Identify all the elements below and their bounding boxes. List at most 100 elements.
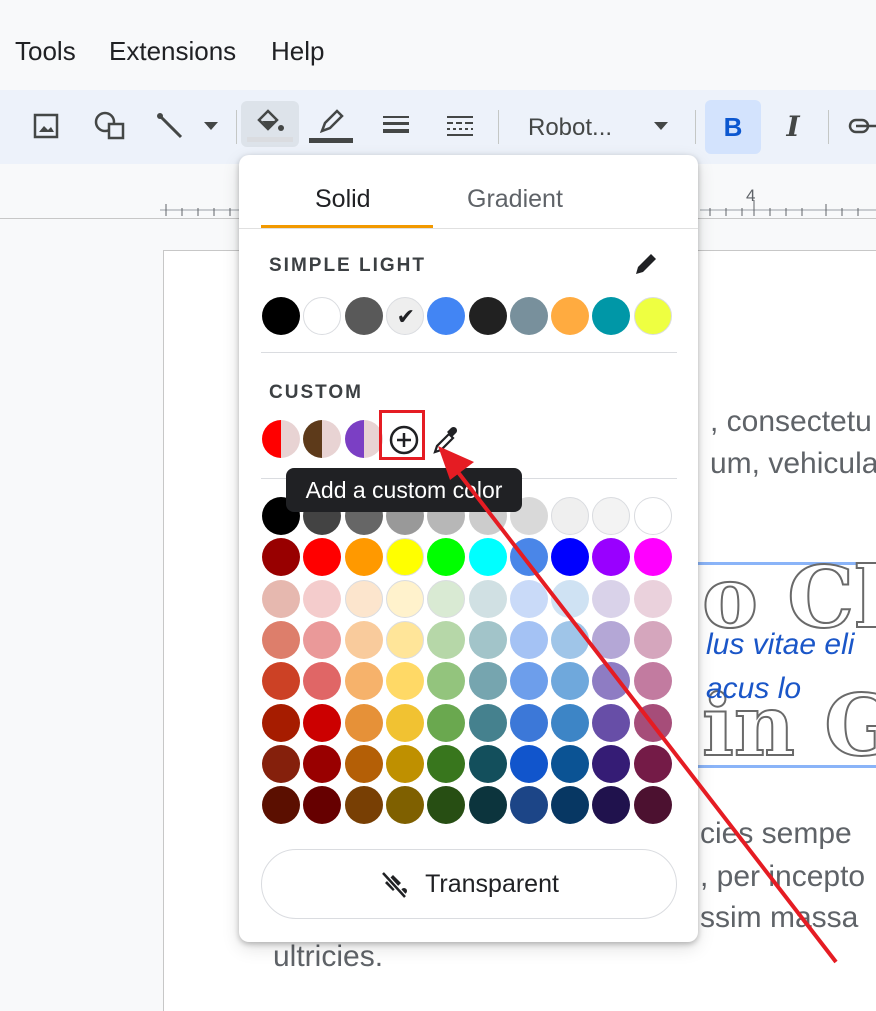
palette-color-swatch[interactable] bbox=[385, 703, 424, 742]
palette-color-swatch[interactable] bbox=[592, 579, 631, 618]
edit-theme-button[interactable] bbox=[631, 249, 661, 279]
palette-color-swatch[interactable] bbox=[427, 538, 466, 577]
palette-color-swatch[interactable] bbox=[509, 703, 548, 742]
palette-color-swatch[interactable] bbox=[551, 744, 590, 783]
palette-color-swatch[interactable] bbox=[427, 703, 466, 742]
palette-color-swatch[interactable] bbox=[344, 703, 383, 742]
theme-color-swatch[interactable]: ✔ bbox=[385, 297, 424, 335]
border-color-button[interactable] bbox=[306, 104, 356, 148]
palette-color-swatch[interactable] bbox=[303, 662, 342, 701]
palette-color-swatch[interactable] bbox=[633, 538, 672, 577]
palette-color-swatch[interactable] bbox=[303, 786, 342, 825]
palette-color-swatch[interactable] bbox=[468, 744, 507, 783]
border-weight-button[interactable] bbox=[374, 104, 418, 148]
palette-color-swatch[interactable] bbox=[468, 786, 507, 825]
palette-color-swatch[interactable] bbox=[592, 744, 631, 783]
palette-color-swatch[interactable] bbox=[633, 579, 672, 618]
insert-link-button[interactable] bbox=[840, 104, 876, 148]
font-family-select[interactable]: Robot... bbox=[528, 114, 612, 142]
menu-tools[interactable]: Tools bbox=[15, 36, 76, 67]
palette-color-swatch[interactable] bbox=[303, 620, 342, 659]
palette-color-swatch[interactable] bbox=[385, 538, 424, 577]
palette-color-swatch[interactable] bbox=[592, 497, 631, 535]
palette-color-swatch[interactable] bbox=[468, 538, 507, 577]
palette-color-swatch[interactable] bbox=[262, 744, 300, 783]
palette-color-swatch[interactable] bbox=[303, 579, 342, 618]
palette-color-swatch[interactable] bbox=[262, 579, 300, 618]
palette-color-swatch[interactable] bbox=[509, 538, 548, 577]
palette-color-swatch[interactable] bbox=[509, 662, 548, 701]
italic-button[interactable]: I bbox=[770, 104, 816, 148]
palette-color-swatch[interactable] bbox=[551, 497, 590, 535]
palette-color-swatch[interactable] bbox=[303, 538, 342, 577]
palette-color-swatch[interactable] bbox=[633, 744, 672, 783]
line-options-dropdown[interactable] bbox=[196, 104, 226, 148]
insert-line-button[interactable] bbox=[150, 104, 190, 148]
palette-color-swatch[interactable] bbox=[262, 620, 300, 659]
insert-shape-button[interactable] bbox=[90, 104, 130, 148]
palette-color-swatch[interactable] bbox=[633, 662, 672, 701]
palette-color-swatch[interactable] bbox=[592, 662, 631, 701]
palette-color-swatch[interactable] bbox=[344, 538, 383, 577]
tab-solid[interactable]: Solid bbox=[315, 185, 371, 214]
bold-button[interactable]: B bbox=[705, 100, 761, 154]
palette-color-swatch[interactable] bbox=[262, 786, 300, 825]
palette-color-swatch[interactable] bbox=[385, 620, 424, 659]
menu-help[interactable]: Help bbox=[271, 36, 324, 67]
palette-color-swatch[interactable] bbox=[633, 620, 672, 659]
tab-gradient[interactable]: Gradient bbox=[467, 185, 563, 214]
palette-color-swatch[interactable] bbox=[551, 662, 590, 701]
palette-color-swatch[interactable] bbox=[592, 786, 631, 825]
palette-color-swatch[interactable] bbox=[551, 786, 590, 825]
palette-color-swatch[interactable] bbox=[592, 538, 631, 577]
palette-color-swatch[interactable] bbox=[509, 620, 548, 659]
palette-color-swatch[interactable] bbox=[344, 620, 383, 659]
theme-color-swatch[interactable] bbox=[427, 297, 466, 335]
palette-color-swatch[interactable] bbox=[509, 579, 548, 618]
insert-image-button[interactable] bbox=[26, 104, 66, 148]
palette-color-swatch[interactable] bbox=[303, 744, 342, 783]
palette-color-swatch[interactable] bbox=[262, 703, 300, 742]
palette-color-swatch[interactable] bbox=[468, 579, 507, 618]
custom-color-swatch[interactable] bbox=[262, 420, 300, 458]
palette-color-swatch[interactable] bbox=[633, 703, 672, 742]
custom-color-swatch[interactable] bbox=[303, 420, 342, 458]
fill-color-button[interactable] bbox=[241, 101, 299, 147]
theme-color-swatch[interactable] bbox=[633, 297, 672, 335]
border-dash-button[interactable] bbox=[438, 104, 482, 148]
palette-color-swatch[interactable] bbox=[427, 662, 466, 701]
palette-color-swatch[interactable] bbox=[385, 786, 424, 825]
theme-color-swatch[interactable] bbox=[551, 297, 590, 335]
palette-color-swatch[interactable] bbox=[385, 662, 424, 701]
palette-color-swatch[interactable] bbox=[385, 744, 424, 783]
transparent-button[interactable]: Transparent bbox=[261, 849, 677, 919]
palette-color-swatch[interactable] bbox=[592, 620, 631, 659]
palette-color-swatch[interactable] bbox=[427, 786, 466, 825]
palette-color-swatch[interactable] bbox=[551, 703, 590, 742]
palette-color-swatch[interactable] bbox=[592, 703, 631, 742]
palette-color-swatch[interactable] bbox=[262, 538, 300, 577]
palette-color-swatch[interactable] bbox=[344, 579, 383, 618]
custom-color-swatch[interactable] bbox=[344, 420, 383, 458]
font-dropdown[interactable] bbox=[646, 104, 676, 148]
palette-color-swatch[interactable] bbox=[509, 786, 548, 825]
palette-color-swatch[interactable] bbox=[468, 703, 507, 742]
palette-color-swatch[interactable] bbox=[427, 579, 466, 618]
theme-color-swatch[interactable] bbox=[344, 297, 383, 335]
palette-color-swatch[interactable] bbox=[509, 744, 548, 783]
palette-color-swatch[interactable] bbox=[551, 620, 590, 659]
theme-color-swatch[interactable] bbox=[509, 297, 548, 335]
palette-color-swatch[interactable] bbox=[551, 579, 590, 618]
palette-color-swatch[interactable] bbox=[551, 538, 590, 577]
palette-color-swatch[interactable] bbox=[344, 786, 383, 825]
palette-color-swatch[interactable] bbox=[633, 497, 672, 535]
palette-color-swatch[interactable] bbox=[344, 744, 383, 783]
menu-extensions[interactable]: Extensions bbox=[109, 36, 236, 67]
palette-color-swatch[interactable] bbox=[468, 620, 507, 659]
theme-color-swatch[interactable] bbox=[468, 297, 507, 335]
theme-color-swatch[interactable] bbox=[592, 297, 631, 335]
theme-color-swatch[interactable] bbox=[262, 297, 300, 335]
palette-color-swatch[interactable] bbox=[427, 744, 466, 783]
palette-color-swatch[interactable] bbox=[303, 703, 342, 742]
palette-color-swatch[interactable] bbox=[262, 662, 300, 701]
